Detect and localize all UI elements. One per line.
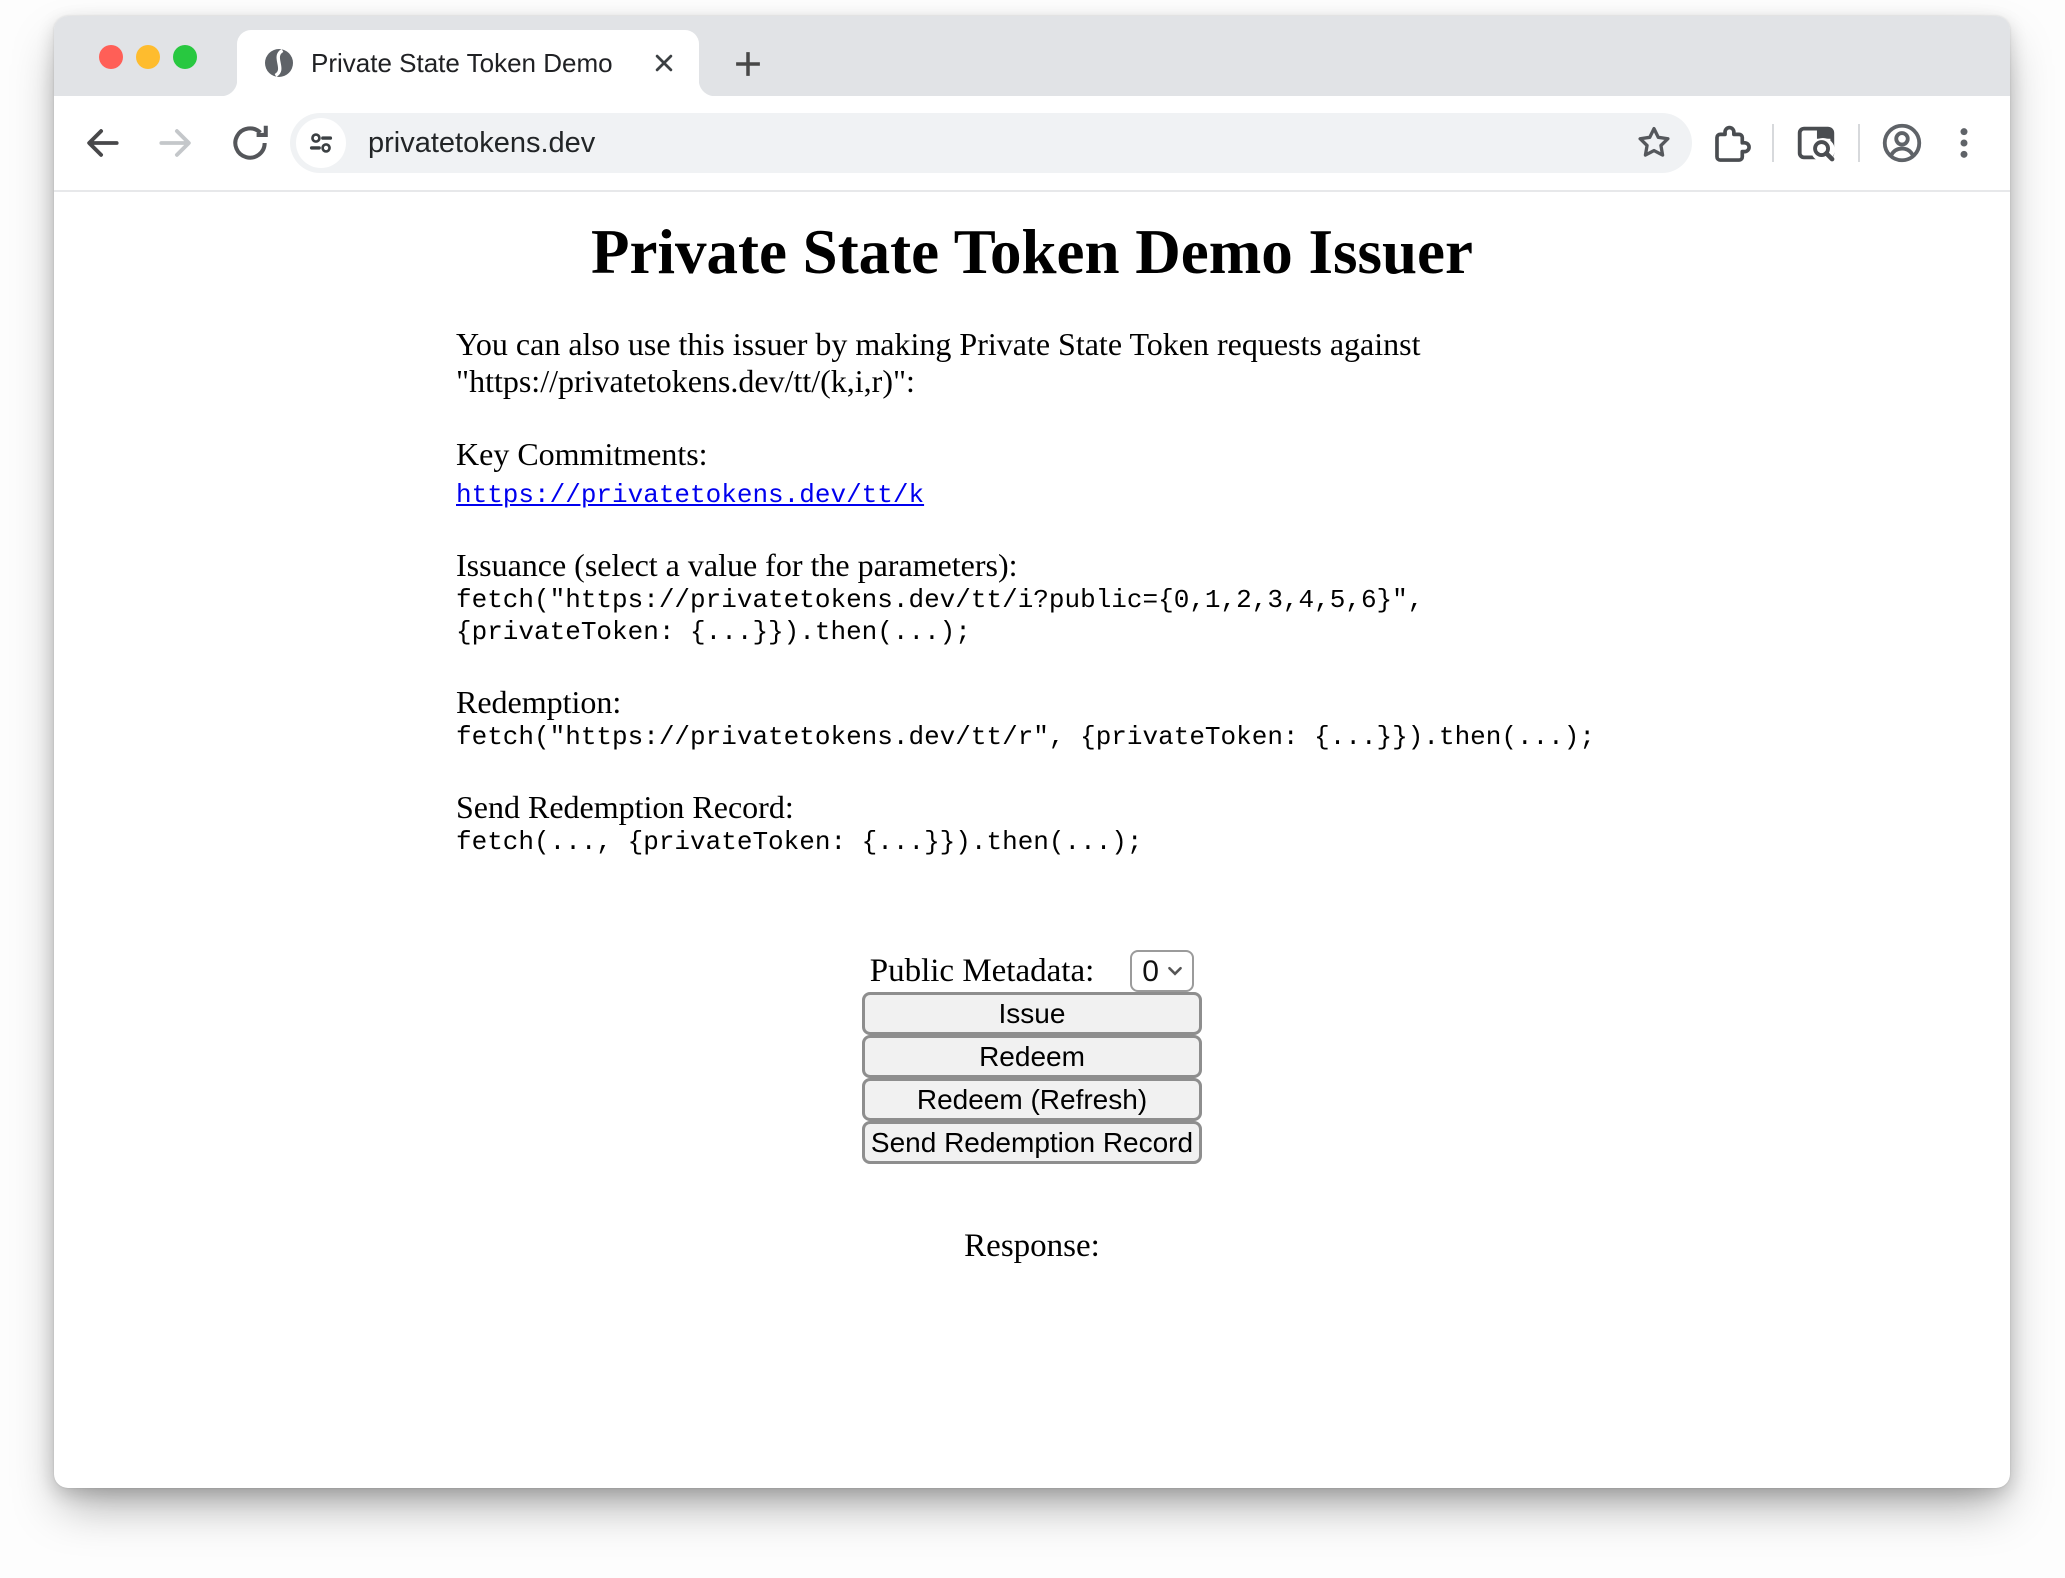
page-content: Private State Token Demo Issuer You can … xyxy=(54,192,2010,1486)
site-settings-icon[interactable] xyxy=(296,118,346,168)
issuance-code-line: fetch("https://privatetokens.dev/tt/i?pu… xyxy=(456,584,1608,616)
bookmark-star-icon[interactable] xyxy=(1630,119,1678,167)
send-rr-section: Send Redemption Record: fetch(..., {priv… xyxy=(456,789,1608,858)
intro-line: You can also use this issuer by making P… xyxy=(456,326,1608,363)
public-metadata-select[interactable]: 0 xyxy=(1130,950,1194,992)
forward-icon[interactable] xyxy=(152,119,200,167)
profile-icon[interactable] xyxy=(1878,119,1926,167)
key-commitments-link[interactable]: https://privatetokens.dev/tt/k xyxy=(456,480,924,510)
redeem-refresh-button[interactable]: Redeem (Refresh) xyxy=(862,1078,1202,1121)
page-title: Private State Token Demo Issuer xyxy=(54,214,2010,290)
browser-toolbar: privatetokens.dev xyxy=(54,96,2010,192)
zoom-window-button[interactable] xyxy=(173,45,197,69)
reload-icon[interactable] xyxy=(226,119,274,167)
controls: Public Metadata: 0 Issue Redeem Redeem (… xyxy=(54,950,2010,1265)
tab-title: Private State Token Demo xyxy=(311,48,647,79)
intro-line: "https://privatetokens.dev/tt/(k,i,r)": xyxy=(456,363,1608,400)
redemption-code-line: fetch("https://privatetokens.dev/tt/r", … xyxy=(456,721,1608,753)
menu-kebab-icon[interactable] xyxy=(1940,119,1988,167)
key-commitments-section: Key Commitments: https://privatetokens.d… xyxy=(456,436,1608,511)
minimize-window-button[interactable] xyxy=(136,45,160,69)
url-text[interactable]: privatetokens.dev xyxy=(368,127,1630,160)
toolbar-divider xyxy=(1772,124,1774,162)
redemption-label: Redemption: xyxy=(456,684,1608,721)
issue-button[interactable]: Issue xyxy=(862,992,1202,1035)
redeem-button[interactable]: Redeem xyxy=(862,1035,1202,1078)
extensions-icon[interactable] xyxy=(1706,119,1754,167)
globe-favicon-icon xyxy=(263,47,295,79)
browser-tab[interactable]: Private State Token Demo xyxy=(237,30,699,96)
intro-paragraph: You can also use this issuer by making P… xyxy=(456,326,1608,400)
tab-curve-right xyxy=(699,80,715,96)
send-rr-label: Send Redemption Record: xyxy=(456,789,1608,826)
tab-strip: Private State Token Demo xyxy=(54,16,2010,96)
issuance-label: Issuance (select a value for the paramet… xyxy=(456,547,1608,584)
tab-curve-left xyxy=(221,80,237,96)
back-icon[interactable] xyxy=(78,119,126,167)
send-redemption-record-button[interactable]: Send Redemption Record xyxy=(862,1121,1202,1164)
send-rr-code-line: fetch(..., {privateToken: {...}}).then(.… xyxy=(456,826,1608,858)
url-bar[interactable]: privatetokens.dev xyxy=(290,113,1692,173)
browser-window: Private State Token Demo xyxy=(54,16,2010,1488)
close-window-button[interactable] xyxy=(99,45,123,69)
toolbar-divider xyxy=(1858,124,1860,162)
public-metadata-label: Public Metadata: xyxy=(870,953,1095,990)
side-panel-search-icon[interactable] xyxy=(1792,119,1840,167)
public-metadata-value: 0 xyxy=(1142,953,1159,990)
new-tab-button[interactable] xyxy=(722,38,774,90)
redemption-section: Redemption: fetch("https://privatetokens… xyxy=(456,684,1608,753)
chevron-down-icon xyxy=(1166,964,1184,978)
tab-close-icon[interactable] xyxy=(647,46,681,80)
content-column: You can also use this issuer by making P… xyxy=(456,326,1608,858)
issuance-code-line: {privateToken: {...}}).then(...); xyxy=(456,616,1608,648)
issuance-section: Issuance (select a value for the paramet… xyxy=(456,547,1608,648)
public-metadata-row: Public Metadata: 0 xyxy=(54,950,2010,992)
traffic-lights xyxy=(99,45,197,69)
response-label: Response: xyxy=(54,1228,2010,1265)
key-commitments-label: Key Commitments: xyxy=(456,436,1608,473)
